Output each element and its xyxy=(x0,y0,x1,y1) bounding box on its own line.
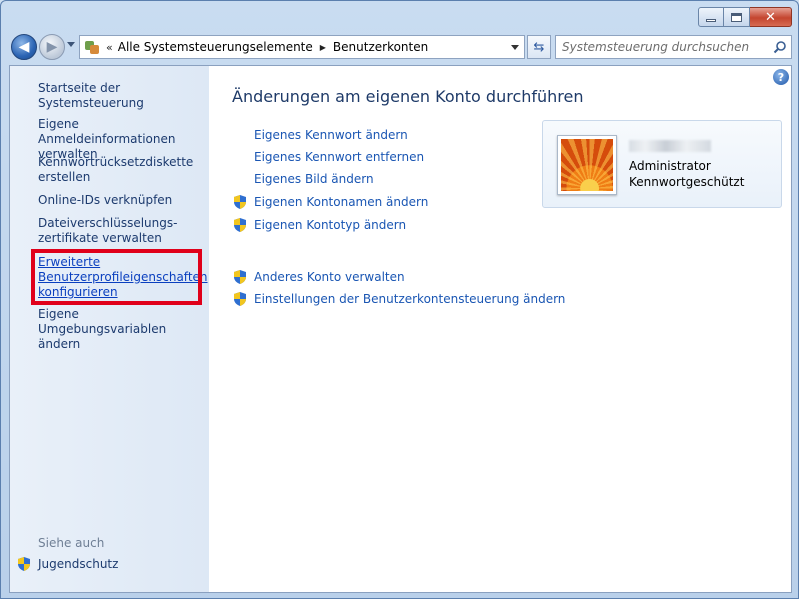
account-password-status: Kennwortgeschützt xyxy=(629,175,745,189)
sidebar-item-password-reset-disk[interactable]: Kennwortrücksetzdiskette erstellen xyxy=(38,155,193,185)
breadcrumb-all-items[interactable]: Alle Systemsteuerungselemente xyxy=(118,40,313,54)
address-dropdown-button[interactable] xyxy=(506,36,524,58)
uac-shield-icon xyxy=(234,195,246,209)
forward-button[interactable]: ▶ xyxy=(39,34,65,60)
account-name-redacted xyxy=(629,140,711,152)
task-pane: Startseite der Systemsteuerung Eigene An… xyxy=(10,66,209,592)
close-button[interactable]: ✕ xyxy=(750,7,792,27)
main-pane: ? Änderungen am eigenen Konto durchführe… xyxy=(209,66,791,592)
task-remove-password[interactable]: Eigenes Kennwort entfernen xyxy=(232,150,424,164)
control-panel-icon xyxy=(84,39,100,55)
task-label: Eigenen Kontotyp ändern xyxy=(254,218,407,232)
task-manage-other-account[interactable]: Anderes Konto verwalten xyxy=(232,269,405,285)
breadcrumb-overflow[interactable]: « xyxy=(106,41,113,54)
refresh-icon: ⇆ xyxy=(533,39,545,55)
task-change-password[interactable]: Eigenes Kennwort ändern xyxy=(232,128,408,142)
uac-shield-icon xyxy=(234,218,246,232)
see-also-heading: Siehe auch xyxy=(38,536,105,550)
search-icon[interactable] xyxy=(769,36,791,58)
breadcrumb-separator-icon[interactable]: ▶ xyxy=(320,43,326,52)
sidebar-item-link-online-ids[interactable]: Online-IDs verknüpfen xyxy=(38,193,172,208)
back-arrow-icon: ◀ xyxy=(18,39,30,55)
content-area: Startseite der Systemsteuerung Eigene An… xyxy=(9,65,792,593)
sidebar-item-environment-variables[interactable]: Eigene Umgebungsvariablen ändern xyxy=(38,307,203,352)
caption-buttons: ✕ xyxy=(698,7,792,27)
task-change-account-type[interactable]: Eigenen Kontotyp ändern xyxy=(232,217,406,233)
account-type: Administrator xyxy=(629,159,711,173)
maximize-button[interactable] xyxy=(724,7,750,27)
page-title: Änderungen am eigenen Konto durchführen xyxy=(232,87,584,106)
account-card: Administrator Kennwortgeschützt xyxy=(542,120,782,208)
task-change-account-name[interactable]: Eigenen Kontonamen ändern xyxy=(232,194,428,210)
task-label: Einstellungen der Benutzerkontensteuerun… xyxy=(254,292,566,306)
control-panel-window: ✕ ◀ ▶ « Alle Systemsteuerungselemente ▶ … xyxy=(0,0,799,599)
flower-picture-icon xyxy=(561,139,613,191)
sidebar-item-encryption-certificates[interactable]: Dateiverschlüsselungs-zertifikate verwal… xyxy=(38,216,177,246)
uac-shield-icon xyxy=(234,270,246,284)
search-input[interactable] xyxy=(556,37,769,57)
maximize-icon xyxy=(731,12,742,22)
refresh-button[interactable]: ⇆ xyxy=(527,35,551,59)
address-bar[interactable]: « Alle Systemsteuerungselemente ▶ Benutz… xyxy=(79,35,525,59)
back-button[interactable]: ◀ xyxy=(11,34,37,60)
task-label: Eigenen Kontonamen ändern xyxy=(254,195,429,209)
task-label: Eigenes Kennwort entfernen xyxy=(254,150,425,164)
navigation-bar: ◀ ▶ « Alle Systemsteuerungselemente ▶ Be… xyxy=(9,33,792,61)
sidebar-item-parental-controls[interactable]: Jugendschutz xyxy=(16,556,118,572)
parental-controls-label: Jugendschutz xyxy=(38,557,119,571)
breadcrumb-user-accounts[interactable]: Benutzerkonten xyxy=(333,40,428,54)
task-label: Eigenes Kennwort ändern xyxy=(254,128,408,142)
task-label: Eigenes Bild ändern xyxy=(254,172,374,186)
task-uac-settings[interactable]: Einstellungen der Benutzerkontensteuerun… xyxy=(232,291,565,307)
minimize-button[interactable] xyxy=(698,7,724,27)
sidebar-item-control-panel-home[interactable]: Startseite der Systemsteuerung xyxy=(38,81,209,111)
recent-pages-dropdown[interactable] xyxy=(67,42,75,47)
task-change-picture[interactable]: Eigenes Bild ändern xyxy=(232,172,374,186)
account-picture xyxy=(557,135,617,195)
task-label: Anderes Konto verwalten xyxy=(254,270,405,284)
forward-arrow-icon: ▶ xyxy=(46,39,58,55)
minimize-icon xyxy=(706,18,716,22)
search-box[interactable] xyxy=(555,35,792,59)
uac-shield-icon xyxy=(18,557,30,571)
highlight-annotation xyxy=(31,249,202,305)
uac-shield-icon xyxy=(234,292,246,306)
help-icon[interactable]: ? xyxy=(773,69,789,85)
close-icon: ✕ xyxy=(765,9,776,25)
